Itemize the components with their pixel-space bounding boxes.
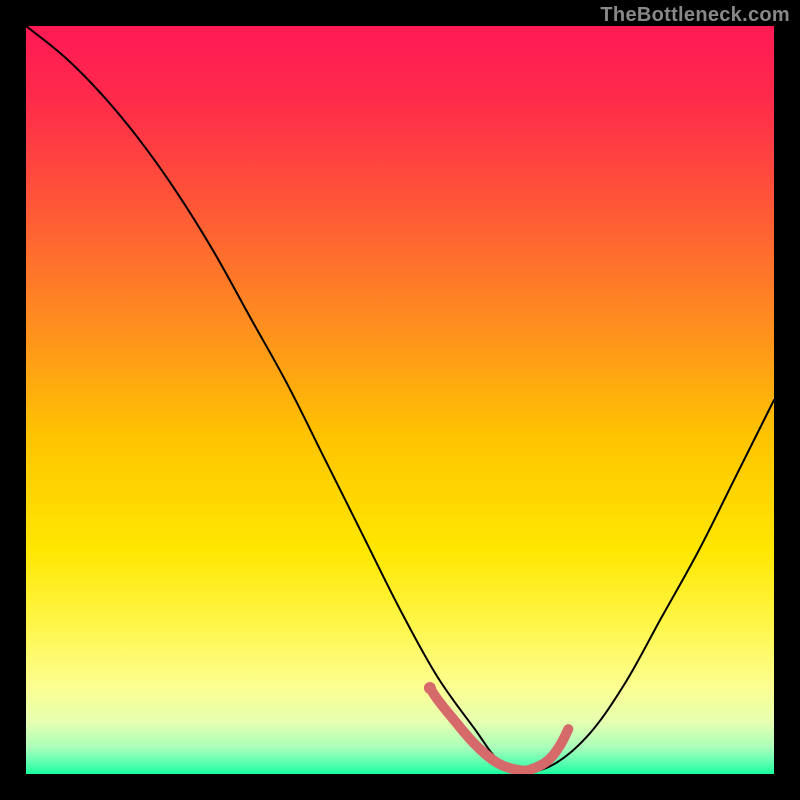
optimal-band-highlight [430, 688, 568, 771]
bottleneck-curve [26, 26, 774, 771]
plot-area [26, 26, 774, 774]
watermark-text: TheBottleneck.com [600, 4, 790, 27]
marker-dot [424, 682, 436, 694]
curve-layer [26, 26, 774, 774]
